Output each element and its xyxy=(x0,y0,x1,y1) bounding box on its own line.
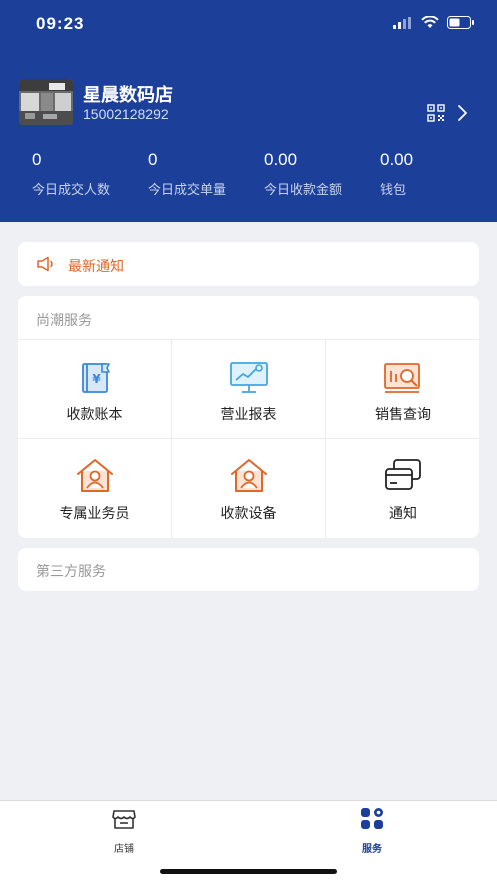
store-icon xyxy=(112,810,136,829)
stat-wallet[interactable]: 0.00 钱包 xyxy=(380,150,413,198)
services-grid: ¥ 收款账本 营业报表 销售查询 专属业务员 收款设备 通知 xyxy=(18,339,479,538)
service-report[interactable]: 营业报表 xyxy=(172,340,326,439)
report-chart-icon xyxy=(229,362,268,393)
wifi-icon xyxy=(421,16,439,28)
store-phone: 15002128292 xyxy=(83,106,169,122)
ledger-icon: ¥ xyxy=(81,363,110,393)
chevron-right-icon[interactable] xyxy=(455,103,469,123)
service-label: 收款账本 xyxy=(66,406,123,422)
signal-icon xyxy=(393,16,411,29)
stat-value: 0.00 xyxy=(264,150,298,169)
stat-today-amount[interactable]: 0.00 今日收款金额 xyxy=(264,150,342,198)
service-ledger[interactable]: ¥ 收款账本 xyxy=(18,340,172,439)
status-icons xyxy=(393,16,475,29)
service-label: 营业报表 xyxy=(220,406,277,422)
service-device[interactable]: 收款设备 xyxy=(172,439,326,538)
svg-text:¥: ¥ xyxy=(92,372,101,386)
tab-label: 店铺 xyxy=(114,844,134,855)
home-indicator xyxy=(160,869,337,874)
tab-label: 服务 xyxy=(362,844,382,855)
stat-value: 0 xyxy=(148,150,158,169)
service-label: 销售查询 xyxy=(375,406,431,422)
service-label: 通知 xyxy=(389,505,417,521)
device-icon xyxy=(230,459,267,492)
stat-label: 今日成交单量 xyxy=(148,182,227,197)
stat-today-orders[interactable]: 0 今日成交单量 xyxy=(148,150,226,198)
qr-code-icon[interactable] xyxy=(427,104,445,122)
stat-value: 0 xyxy=(32,150,42,169)
service-label: 专属业务员 xyxy=(59,505,130,521)
service-notification[interactable]: 通知 xyxy=(326,439,479,538)
services-title: 尚潮服务 xyxy=(36,312,92,328)
service-sales-query[interactable]: 销售查询 xyxy=(326,340,479,439)
megaphone-icon xyxy=(37,256,53,272)
battery-icon xyxy=(447,16,474,29)
store-name: 星晨数码店 xyxy=(83,85,173,105)
sales-search-icon xyxy=(384,363,420,393)
third-party-title: 第三方服务 xyxy=(36,563,106,579)
third-party-card[interactable]: 第三方服务 xyxy=(18,548,479,591)
notice-bar[interactable]: 最新通知 xyxy=(18,242,479,286)
notice-text: 最新通知 xyxy=(68,258,124,274)
stat-label: 今日成交人数 xyxy=(32,182,111,197)
tab-store[interactable]: 店铺 xyxy=(84,807,164,855)
header: 09:23 星晨数码店 15002128292 0 今日成交人数 0 今日成交单… xyxy=(0,0,497,222)
salesperson-icon xyxy=(76,459,113,492)
tab-service[interactable]: 服务 xyxy=(332,807,412,855)
service-salesperson[interactable]: 专属业务员 xyxy=(18,439,172,538)
stat-label: 今日收款金额 xyxy=(264,182,343,197)
stat-label: 钱包 xyxy=(380,182,407,197)
store-avatar xyxy=(19,79,73,125)
store-info[interactable]: 星晨数码店 15002128292 xyxy=(19,79,479,125)
services-card: 尚潮服务 ¥ 收款账本 营业报表 销售查询 专属业务员 收款设备 通知 xyxy=(18,296,479,538)
stats-row: 0 今日成交人数 0 今日成交单量 0.00 今日收款金额 0.00 钱包 xyxy=(0,150,497,200)
stat-value: 0.00 xyxy=(380,150,414,169)
stat-today-customers[interactable]: 0 今日成交人数 xyxy=(32,150,110,198)
service-grid-icon xyxy=(361,808,383,829)
cards-icon xyxy=(385,459,421,490)
status-bar: 09:23 xyxy=(0,0,497,48)
service-label: 收款设备 xyxy=(220,505,277,521)
status-time: 09:23 xyxy=(36,14,85,33)
